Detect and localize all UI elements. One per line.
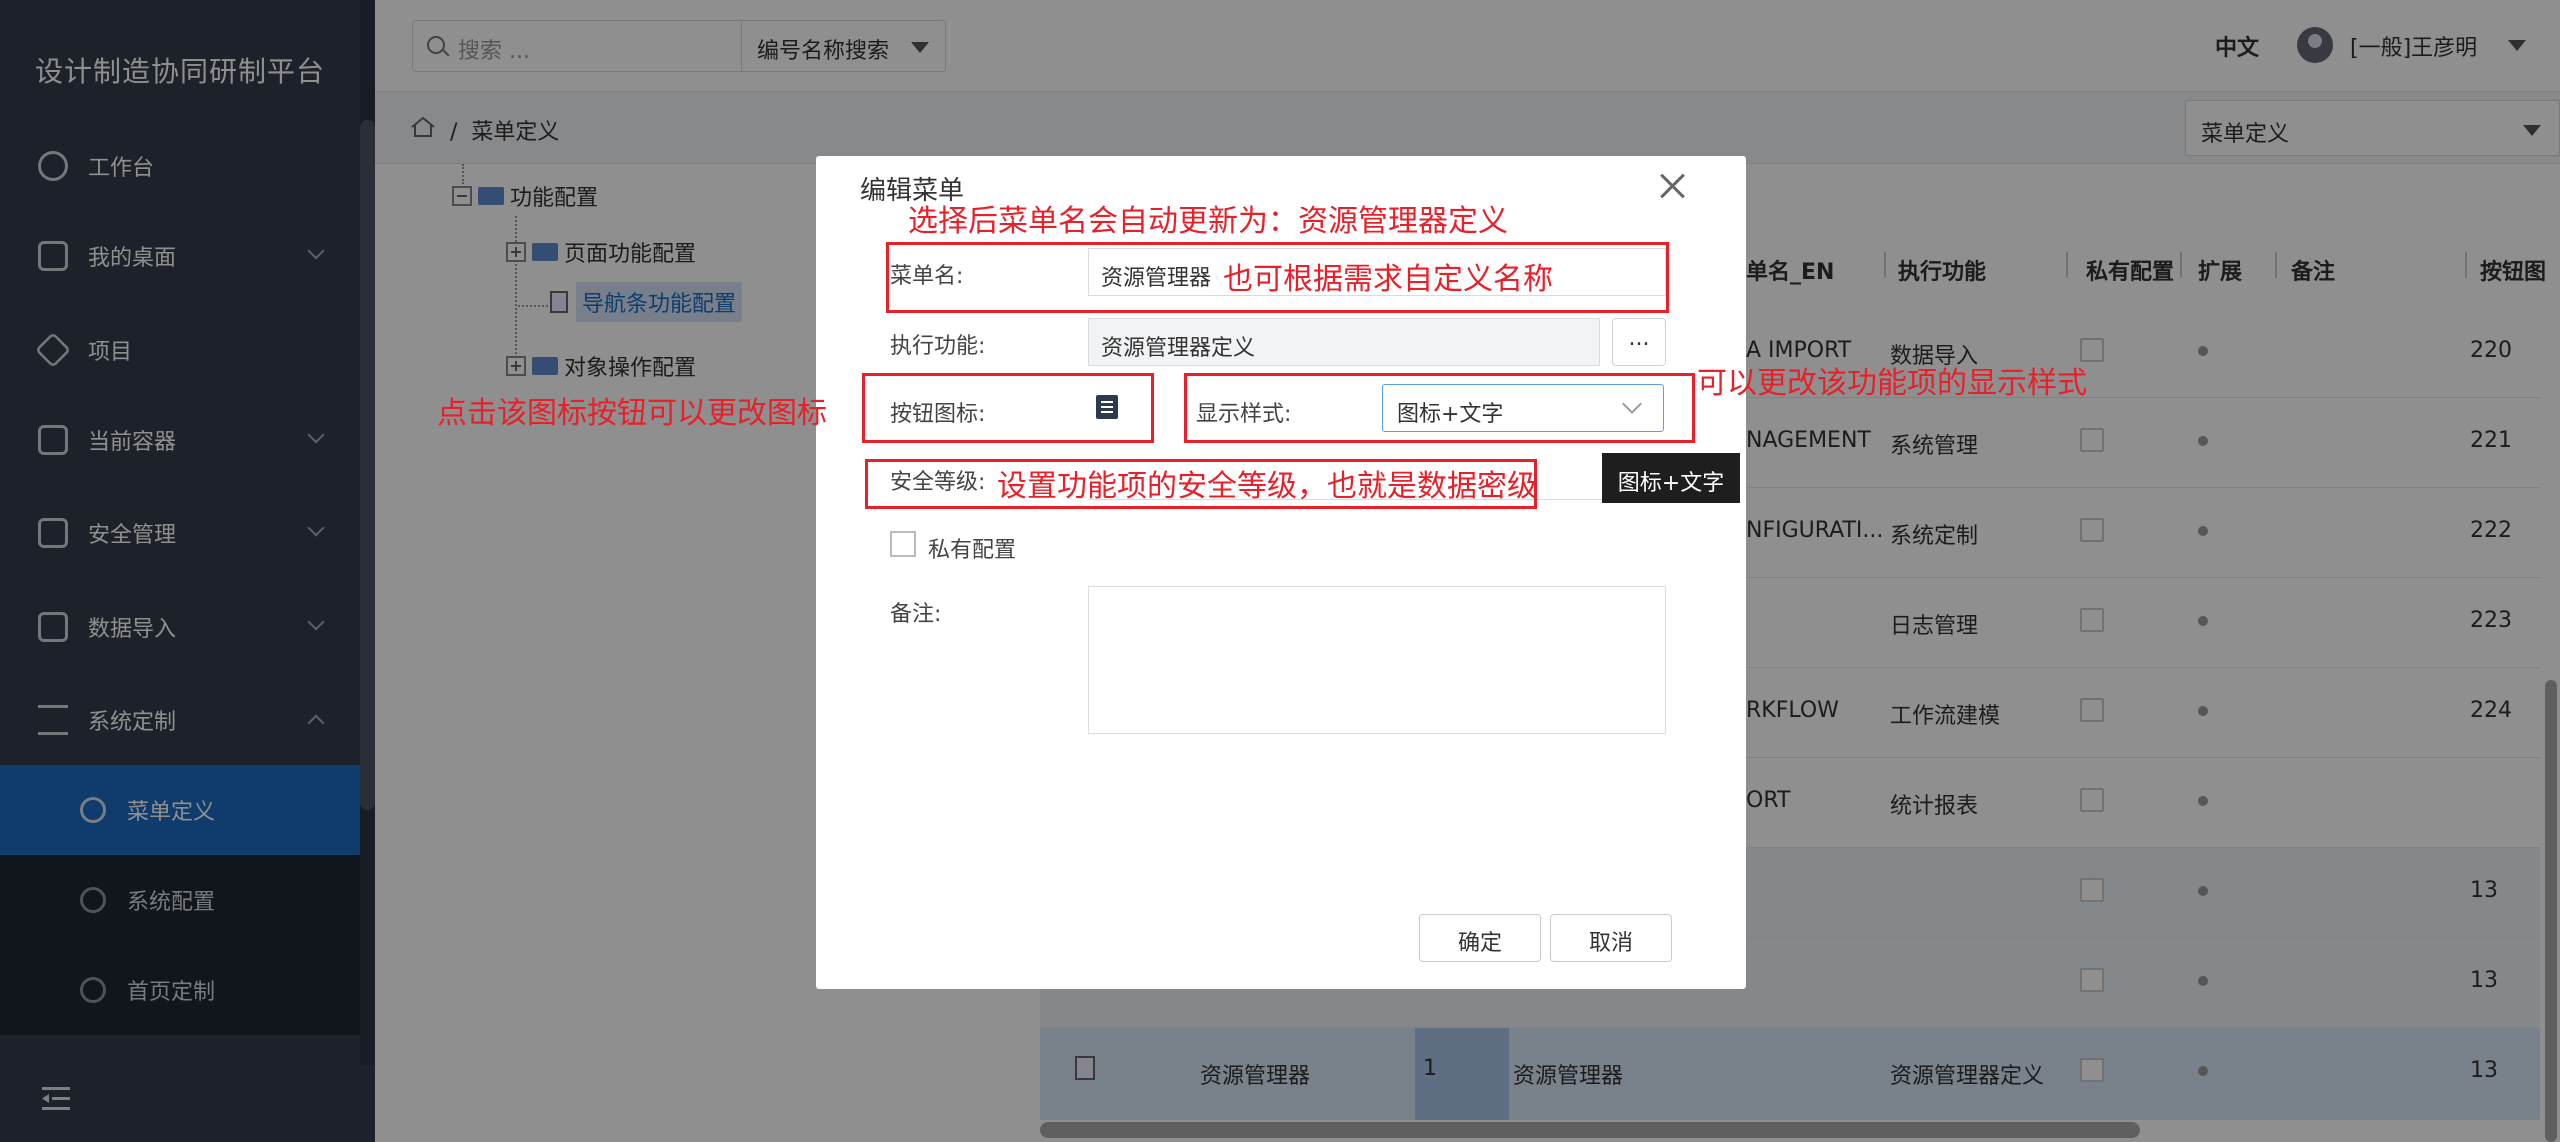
remark-label: 备注:: [890, 602, 942, 627]
display-style-tooltip: 图标+文字: [1602, 453, 1740, 503]
exec-function-field: 资源管理器定义: [1088, 318, 1600, 366]
ok-button[interactable]: 确定: [1419, 914, 1541, 962]
exec-function-label: 执行功能:: [890, 334, 986, 359]
choose-function-button[interactable]: ...: [1612, 318, 1666, 366]
exec-function-value: 资源管理器定义: [1101, 336, 1256, 361]
annotation-box-style: [1184, 373, 1695, 443]
close-icon[interactable]: [1654, 168, 1690, 204]
cancel-button[interactable]: 取消: [1550, 914, 1672, 962]
private-config-label: 私有配置: [928, 538, 1017, 563]
annotation-auto-update: 选择后菜单名会自动更新为：资源管理器定义: [908, 204, 1508, 239]
app-root: 设计制造协同研制平台 工作台 我的桌面 项目 当前容器 安全管理 数据导入 系统…: [0, 0, 2560, 1142]
private-config-checkbox[interactable]: [890, 531, 916, 557]
annotation-security: 设置功能项的安全等级，也就是数据密级: [997, 469, 1537, 504]
annotation-icon-change: 点击该图标按钮可以更改图标: [437, 396, 827, 431]
annotation-box-icon: [862, 373, 1154, 443]
remark-textarea[interactable]: [1088, 586, 1666, 734]
annotation-custom-name: 也可根据需求自定义名称: [1223, 262, 1553, 297]
annotation-style-change: 可以更改该功能项的显示样式: [1697, 366, 2087, 401]
